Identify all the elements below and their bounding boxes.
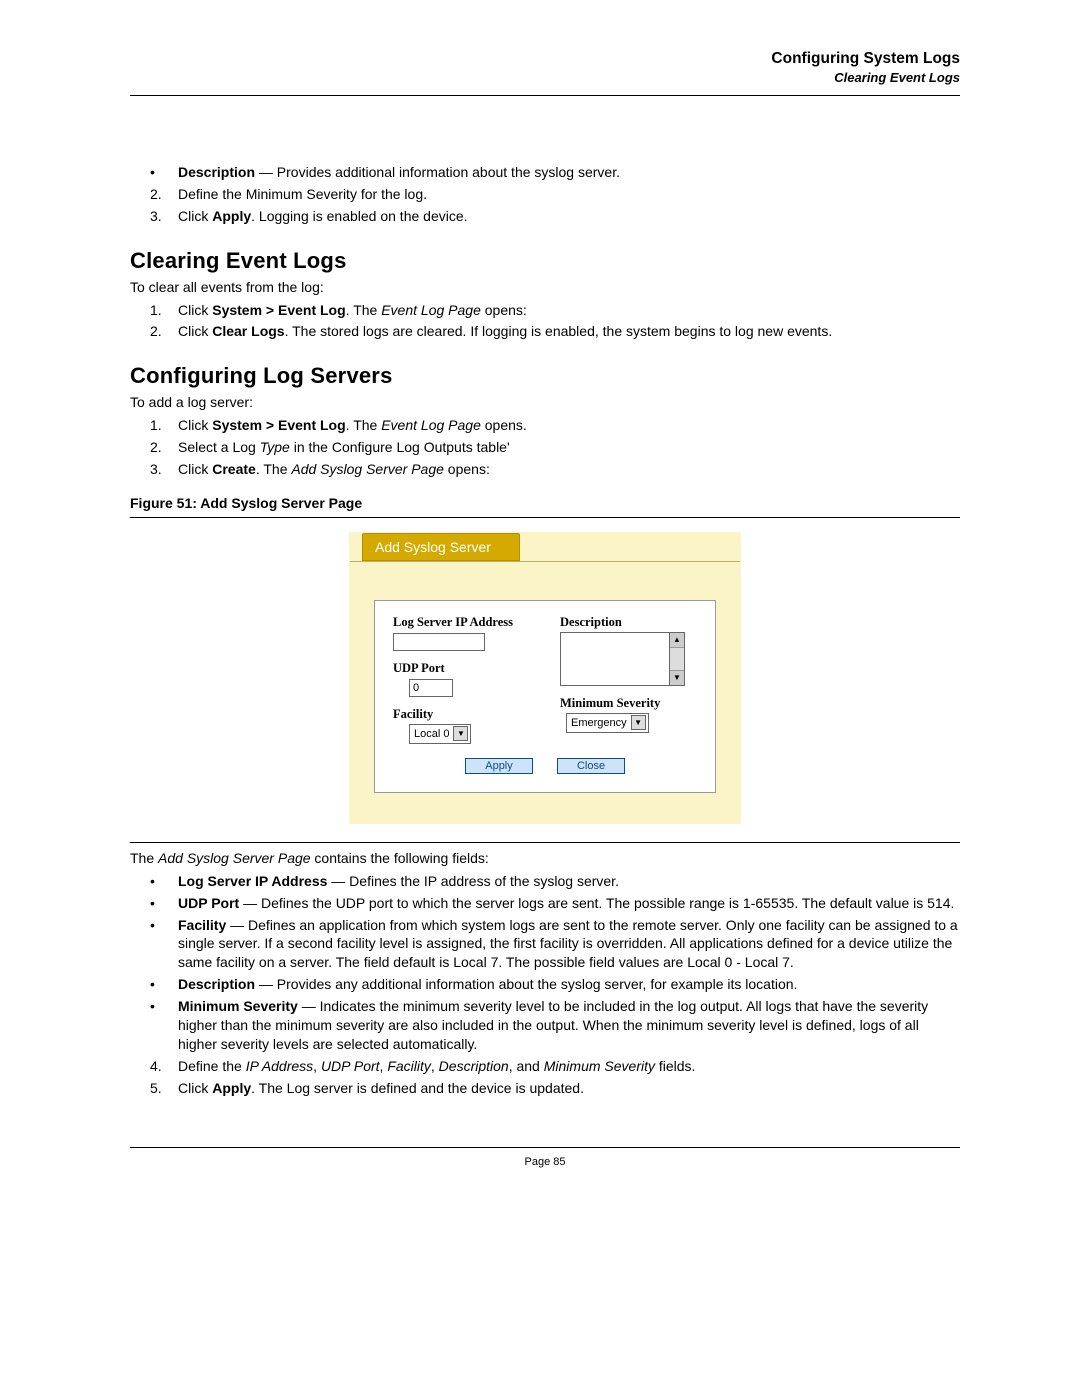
list-number: 4.: [150, 1057, 178, 1076]
label-log-server-ip: Log Server IP Address: [393, 615, 530, 630]
chevron-down-icon: ▼: [670, 670, 684, 685]
figure-rule-bottom: [130, 842, 960, 843]
bullet-icon: •: [150, 872, 178, 891]
chevron-down-icon: ▼: [631, 715, 646, 730]
list-item: • Minimum Severity — Indicates the minim…: [150, 997, 960, 1054]
minimum-severity-value: Emergency: [571, 717, 627, 729]
list-number: 3.: [150, 460, 178, 479]
bullet-icon: •: [150, 997, 178, 1054]
list-item: • Description — Provides additional info…: [150, 163, 960, 182]
list-number: 2.: [150, 438, 178, 457]
paragraph: To clear all events from the log:: [130, 278, 960, 297]
log-server-ip-input[interactable]: [393, 633, 485, 651]
label-udp-port: UDP Port: [393, 661, 530, 676]
list-item: 3. Click Create. The Add Syslog Server P…: [150, 460, 960, 479]
paragraph: The Add Syslog Server Page contains the …: [130, 849, 960, 868]
section-heading-clearing: Clearing Event Logs: [130, 248, 960, 274]
label-minimum-severity: Minimum Severity: [560, 696, 697, 711]
list-item: 2. Select a Log Type in the Configure Lo…: [150, 438, 960, 457]
list-item: • Log Server IP Address — Defines the IP…: [150, 872, 960, 891]
list-item: 2. Define the Minimum Severity for the l…: [150, 185, 960, 204]
list-item: 2. Click Clear Logs. The stored logs are…: [150, 322, 960, 341]
list-item: • Description — Provides any additional …: [150, 975, 960, 994]
list-item: 4. Define the IP Address, UDP Port, Faci…: [150, 1057, 960, 1076]
facility-select[interactable]: Local 0 ▼: [409, 724, 471, 744]
header-rule: [130, 95, 960, 96]
list-number: 2.: [150, 322, 178, 341]
list-number: 5.: [150, 1079, 178, 1098]
description-textarea[interactable]: [560, 632, 670, 686]
facility-select-value: Local 0: [414, 728, 449, 740]
header-title: Configuring System Logs: [130, 50, 960, 68]
label-description: Description: [560, 615, 697, 630]
scrollbar[interactable]: ▲ ▼: [670, 632, 685, 686]
label-facility: Facility: [393, 707, 530, 722]
list-number: 1.: [150, 416, 178, 435]
chevron-down-icon: ▼: [453, 726, 468, 741]
list-item: • UDP Port — Defines the UDP port to whi…: [150, 894, 960, 913]
bullet-icon: •: [150, 916, 178, 973]
list-item: 3. Click Apply. Logging is enabled on th…: [150, 207, 960, 226]
dialog-tab-title: Add Syslog Server: [362, 533, 520, 561]
paragraph: To add a log server:: [130, 393, 960, 412]
apply-button[interactable]: Apply: [465, 758, 533, 774]
minimum-severity-select[interactable]: Emergency ▼: [566, 713, 649, 733]
page-number: Page 85: [130, 1156, 960, 1168]
close-button[interactable]: Close: [557, 758, 625, 774]
figure-add-syslog-server: Add Syslog Server Log Server IP Address …: [130, 532, 960, 824]
bullet-icon: •: [150, 975, 178, 994]
figure-rule-top: [130, 517, 960, 518]
list-number: 3.: [150, 207, 178, 226]
chevron-up-icon: ▲: [670, 633, 684, 648]
section-heading-configuring: Configuring Log Servers: [130, 363, 960, 389]
list-item: • Facility — Defines an application from…: [150, 916, 960, 973]
header-subtitle: Clearing Event Logs: [130, 70, 960, 85]
list-item: 1. Click System > Event Log. The Event L…: [150, 301, 960, 320]
bullet-icon: •: [150, 163, 178, 182]
list-number: 1.: [150, 301, 178, 320]
list-item: 5. Click Apply. The Log server is define…: [150, 1079, 960, 1098]
bullet-icon: •: [150, 894, 178, 913]
list-number: 2.: [150, 185, 178, 204]
udp-port-input[interactable]: [409, 679, 453, 697]
page-header: Configuring System Logs Clearing Event L…: [130, 50, 960, 85]
footer-rule: [130, 1147, 960, 1148]
figure-caption: Figure 51: Add Syslog Server Page: [130, 495, 960, 511]
list-item: 1. Click System > Event Log. The Event L…: [150, 416, 960, 435]
